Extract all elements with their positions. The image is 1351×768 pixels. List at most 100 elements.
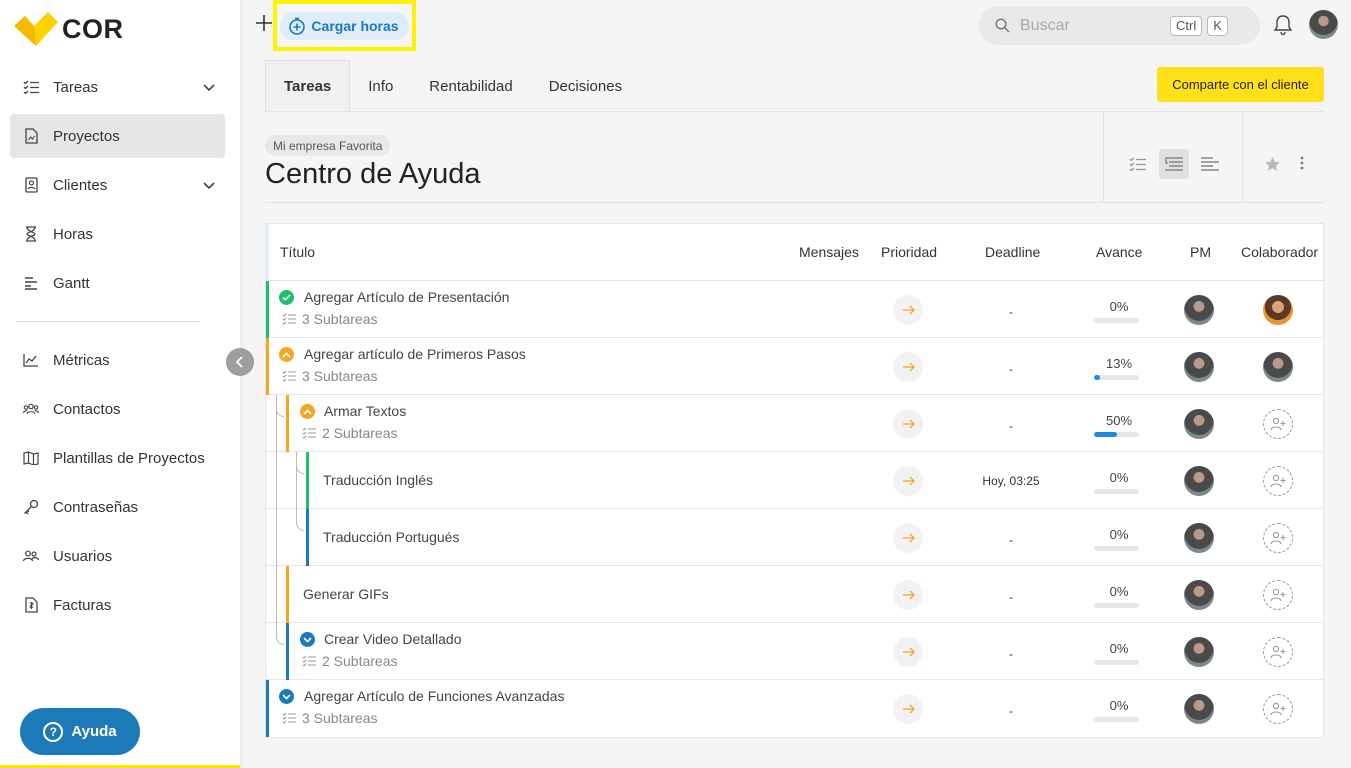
priority-button[interactable] [893,637,923,667]
task-name[interactable]: Traducción Inglés [323,472,433,488]
table-row[interactable]: Agregar artículo de Primeros Pasos 3 Sub… [266,338,1323,395]
chevron-down-icon[interactable] [300,632,315,647]
table-row[interactable]: Agregar Artículo de Funciones Avanzadas … [266,680,1323,737]
table-row[interactable]: Generar GIFs - 0% [266,566,1323,623]
star-icon[interactable] [1264,156,1281,177]
deadline-value[interactable]: - [956,704,1066,718]
add-collaborator-button[interactable] [1263,694,1293,724]
priority-button[interactable] [893,523,923,553]
user-avatar[interactable] [1309,10,1338,39]
pm-avatar[interactable] [1184,637,1214,667]
add-collaborator-button[interactable] [1263,409,1293,439]
cargar-horas-button[interactable]: Cargar horas [280,11,409,40]
table-row[interactable]: Traducción Inglés Hoy, 03:25 0% [266,452,1323,509]
deadline-value[interactable]: - [956,362,1066,376]
deadline-value[interactable]: - [956,305,1066,319]
sidebar-item-horas[interactable]: Horas [10,212,225,256]
deadline-value[interactable]: - [956,590,1066,604]
cor-logo[interactable]: COR [14,12,124,46]
chevron-down-icon[interactable] [203,79,215,96]
add-collaborator-button[interactable] [1263,580,1293,610]
chevron-up-icon[interactable] [279,347,294,362]
subtasks-count[interactable]: 3 Subtareas [282,311,378,327]
column-header-priority[interactable]: Prioridad [881,244,937,260]
column-header-progress[interactable]: Avance [1096,244,1142,260]
chevron-up-icon[interactable] [300,404,315,419]
company-badge[interactable]: Mi empresa Favorita [265,135,391,156]
subtasks-label: 3 Subtareas [302,710,378,726]
tab-info[interactable]: Info [350,60,411,112]
task-name[interactable]: Agregar artículo de Primeros Pasos [304,346,526,362]
task-name[interactable]: Agregar Artículo de Funciones Avanzadas [304,688,564,704]
sidebar-item-metricas[interactable]: Métricas [10,338,225,382]
subtasks-count[interactable]: 2 Subtareas [302,653,398,669]
chevron-down-icon[interactable] [203,177,215,194]
help-button[interactable]: ? Ayuda [20,708,140,755]
pm-avatar[interactable] [1184,409,1214,439]
list-view-button[interactable] [1123,149,1153,179]
notifications-bell-icon[interactable] [1273,14,1293,41]
add-collaborator-button[interactable] [1263,637,1293,667]
search-bar[interactable]: Ctrl K [979,6,1260,45]
sidebar-item-proyectos[interactable]: Proyectos [10,114,225,158]
task-name[interactable]: Generar GIFs [303,586,389,602]
pm-avatar[interactable] [1184,580,1214,610]
sidebar-item-plantillas[interactable]: Plantillas de Proyectos [10,436,225,480]
sidebar-item-facturas[interactable]: Facturas [10,583,225,627]
chevron-down-icon[interactable] [279,689,294,704]
collaborator-avatar[interactable] [1263,295,1293,325]
share-with-client-button[interactable]: Comparte con el cliente [1157,67,1324,102]
deadline-value[interactable]: Hoy, 03:25 [956,474,1066,488]
subtasks-count[interactable]: 3 Subtareas [282,368,378,384]
column-header-collaborator[interactable]: Colaborador [1241,244,1318,260]
add-collaborator-button[interactable] [1263,523,1293,553]
deadline-value[interactable]: - [956,419,1066,433]
sidebar-item-contrasenas[interactable]: Contraseñas [10,485,225,529]
pm-avatar[interactable] [1184,523,1214,553]
column-header-messages[interactable]: Mensajes [799,244,859,260]
table-row[interactable]: Agregar Artículo de Presentación 3 Subta… [266,281,1323,338]
task-name[interactable]: Traducción Portugués [323,529,459,545]
subtasks-count[interactable]: 2 Subtareas [302,425,398,441]
sidebar-item-clientes[interactable]: Clientes [10,163,225,207]
search-input[interactable] [1020,16,1170,35]
pm-avatar[interactable] [1184,295,1214,325]
sidebar-item-tareas[interactable]: Tareas [10,65,225,109]
collaborator-avatar[interactable] [1263,352,1293,382]
table-row[interactable]: Traducción Portugués - 0% [266,509,1323,566]
table-row[interactable]: Armar Textos 2 Subtareas - 50% [266,395,1323,452]
pm-avatar[interactable] [1184,694,1214,724]
column-header-deadline[interactable]: Deadline [985,244,1040,260]
column-header-pm[interactable]: PM [1190,244,1211,260]
task-name[interactable]: Armar Textos [324,403,406,419]
add-button[interactable] [255,13,273,37]
tab-tareas[interactable]: Tareas [265,60,351,112]
subtasks-count[interactable]: 3 Subtareas [282,710,378,726]
priority-button[interactable] [893,352,923,382]
priority-button[interactable] [893,466,923,496]
priority-button[interactable] [893,295,923,325]
checklist-icon [282,712,296,724]
priority-button[interactable] [893,409,923,439]
pm-avatar[interactable] [1184,466,1214,496]
more-options-icon[interactable] [1300,156,1304,175]
collapse-sidebar-button[interactable] [226,348,254,376]
sidebar-item-usuarios[interactable]: Usuarios [10,534,225,578]
priority-button[interactable] [893,694,923,724]
compact-view-button[interactable] [1195,149,1225,179]
deadline-value[interactable]: - [956,533,1066,547]
priority-button[interactable] [893,580,923,610]
task-name[interactable]: Crear Video Detallado [324,631,462,647]
add-collaborator-button[interactable] [1263,466,1293,496]
column-header-title[interactable]: Título [280,244,315,260]
tree-view-button[interactable] [1159,149,1189,179]
table-row[interactable]: Crear Video Detallado 2 Subtareas - 0% [266,623,1323,680]
sidebar-item-contactos[interactable]: Contactos [10,387,225,431]
check-circle-icon[interactable] [279,290,294,305]
tab-rentabilidad[interactable]: Rentabilidad [411,60,530,112]
deadline-value[interactable]: - [956,647,1066,661]
task-name[interactable]: Agregar Artículo de Presentación [304,289,509,305]
pm-avatar[interactable] [1184,352,1214,382]
sidebar-item-gantt[interactable]: Gantt [10,261,225,305]
tab-decisiones[interactable]: Decisiones [531,60,640,112]
